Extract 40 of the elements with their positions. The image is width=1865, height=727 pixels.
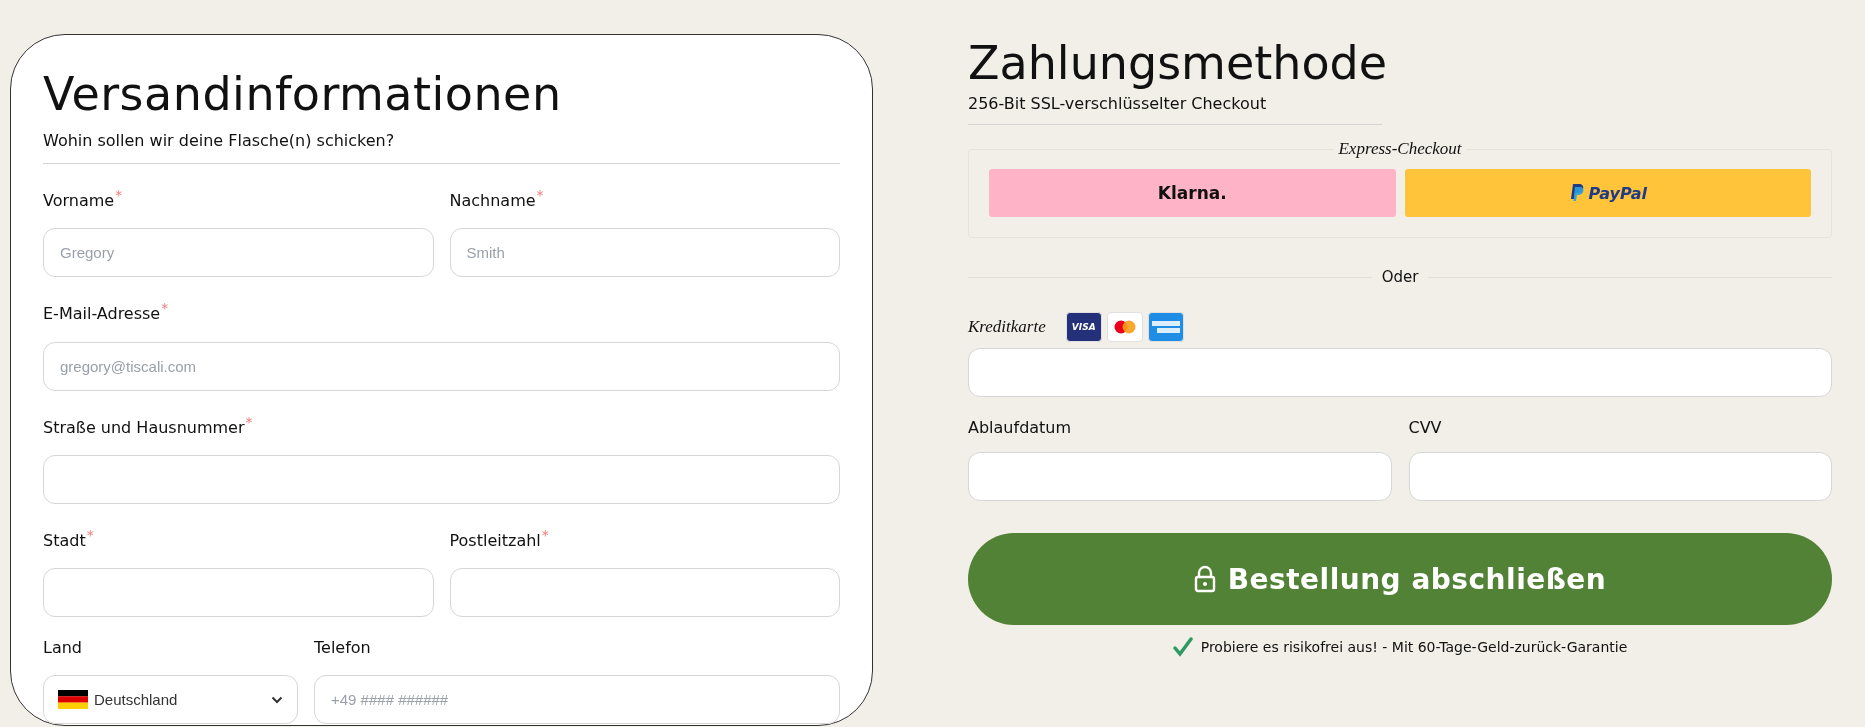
input-field[interactable] <box>968 452 1392 501</box>
input-field[interactable] <box>43 455 840 504</box>
field-label: Land <box>43 637 83 660</box>
germany-flag-icon <box>58 690 88 710</box>
field-label: Ablaufdatum <box>968 417 1073 439</box>
card-number-field[interactable] <box>968 348 1832 397</box>
section-subtitle: Wohin sollen wir deine Flasche(n) schicken? <box>43 129 840 164</box>
amex-logo <box>1147 312 1184 342</box>
klarna-button[interactable]: Klarna. <box>989 169 1396 217</box>
country-select[interactable]: Deutschland <box>43 675 298 725</box>
field-label: Straße und Hausnummer$^{*}$ <box>43 412 254 439</box>
field-label: Nachname$^{*}$ <box>449 186 545 213</box>
chevron-down-icon <box>271 695 283 704</box>
field-label: Stadt$^{*}$ <box>43 526 95 553</box>
input-field[interactable] <box>43 568 434 618</box>
input-field[interactable]: Smith <box>449 228 840 278</box>
input-field[interactable] <box>1408 452 1832 501</box>
section-title: Zahlungsmethode <box>968 35 1389 92</box>
field-label: Vorname$^{*}$ <box>43 186 124 213</box>
mastercard-logo <box>1106 312 1143 342</box>
section-subtitle: 256-Bit SSL-verschlüsselter Checkout <box>968 92 1382 125</box>
field-label: Telefon <box>314 637 372 660</box>
field-label: CVV <box>1408 417 1443 439</box>
lock-icon <box>1193 565 1216 593</box>
place-order-button[interactable]: Bestellung abschließen <box>968 533 1832 625</box>
input-field[interactable]: Gregory <box>43 228 434 278</box>
field-label: Kreditkarte <box>968 317 1046 337</box>
visa-logo: VISA <box>1065 312 1102 342</box>
paypal-button[interactable]: PayPal <box>1404 169 1811 217</box>
express-checkout-legend: Express-Checkout <box>1334 139 1466 159</box>
field-label: Postleitzahl$^{*}$ <box>449 526 550 553</box>
input-field[interactable]: gregory@tiscali.com <box>43 341 840 391</box>
input-field[interactable] <box>449 568 840 618</box>
paypal-logo-icon <box>1568 183 1585 203</box>
guarantee-text: Probiere es risikofrei aus! - Mit 60-Tage-Geld-zurück-Garantie <box>1200 639 1628 655</box>
input-field[interactable]: +49 #### ###### <box>314 675 840 725</box>
section-title: Versandinformationen <box>43 66 563 123</box>
check-icon <box>1172 637 1193 657</box>
or-divider-text: Oder <box>1380 268 1420 286</box>
field-label: E-Mail-Adresse$^{*}$ <box>43 299 170 326</box>
